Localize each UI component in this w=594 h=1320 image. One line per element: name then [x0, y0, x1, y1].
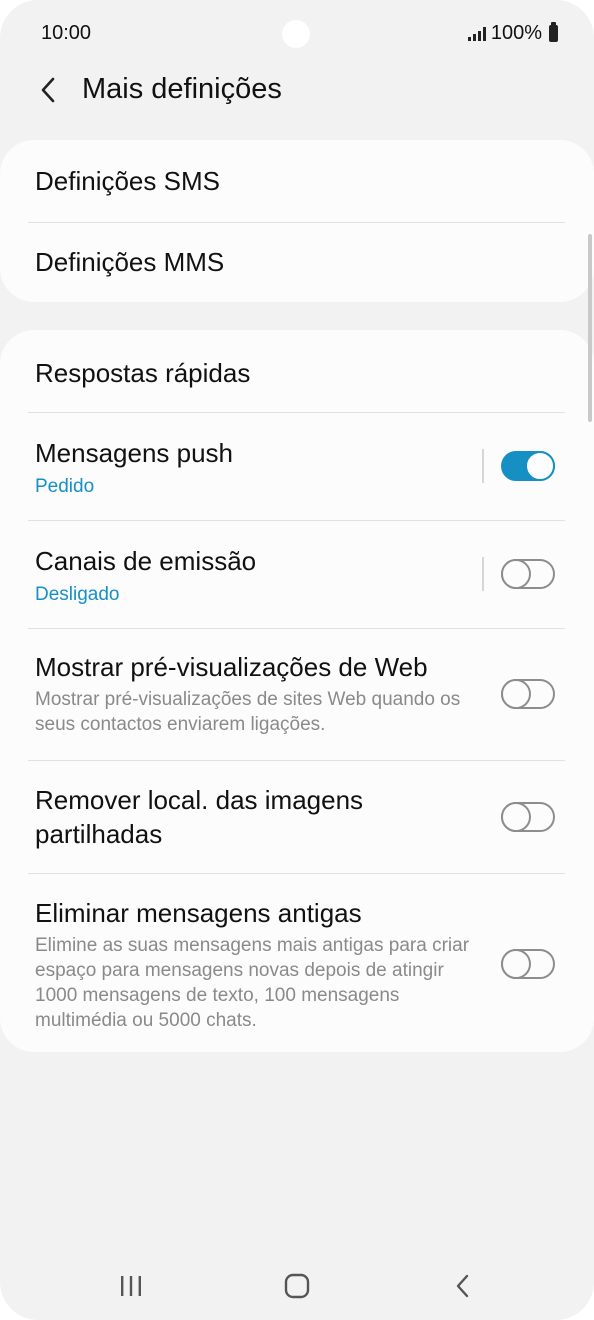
home-icon — [284, 1273, 310, 1299]
item-status: Pedido — [35, 476, 95, 497]
list-item-remove-image-location[interactable]: Remover local. das imagens partilhadas — [0, 761, 594, 873]
app-header: Mais definições — [0, 60, 594, 122]
recent-apps-icon — [121, 1276, 141, 1296]
phone-screen: 10:00 100% Mais definições Definições SM… — [0, 0, 594, 1320]
home-button[interactable] — [275, 1266, 319, 1306]
broadcast-channels-toggle[interactable] — [501, 559, 555, 589]
battery-icon — [549, 22, 558, 42]
toggle-knob — [501, 802, 531, 832]
toggle-knob — [525, 451, 555, 481]
toggle-knob — [501, 559, 531, 589]
status-bar: 10:00 100% — [0, 0, 594, 68]
item-title: Mostrar pré-visualizações de Web — [35, 652, 428, 682]
list-item-push-messages[interactable]: Mensagens push Pedido — [0, 413, 594, 520]
list-item-quick-responses[interactable]: Respostas rápidas — [0, 330, 594, 412]
item-status: Desligado — [35, 584, 120, 605]
front-camera-cutout — [282, 20, 310, 48]
back-icon — [456, 1274, 469, 1298]
list-item-mms-settings[interactable]: Definições MMS — [0, 223, 594, 302]
web-previews-toggle[interactable] — [501, 679, 555, 709]
vertical-separator — [482, 557, 484, 591]
toggle-knob — [501, 949, 531, 979]
item-title: Mensagens push — [35, 438, 234, 468]
navigation-bar — [0, 1250, 594, 1320]
list-item-web-previews[interactable]: Mostrar pré-visualizações de Web Mostrar… — [0, 629, 594, 760]
battery-percentage: 100% — [490, 22, 542, 44]
settings-card-other: Respostas rápidas Mensagens push Pedido … — [0, 330, 594, 1052]
signal-icon — [467, 26, 486, 41]
item-title: Remover local. das imagens partilhadas — [35, 785, 364, 849]
list-item-broadcast-channels[interactable]: Canais de emissão Desligado — [0, 521, 594, 628]
scrollbar[interactable] — [588, 234, 592, 422]
back-nav-button[interactable] — [441, 1266, 485, 1306]
chevron-left-icon — [41, 77, 55, 103]
item-title: Canais de emissão — [35, 546, 257, 576]
back-button[interactable] — [28, 70, 68, 110]
item-description: Mostrar pré-visualizações de sites Web q… — [35, 689, 461, 735]
toggle-knob — [501, 679, 531, 709]
delete-old-messages-toggle[interactable] — [501, 949, 555, 979]
status-icons: 100% — [467, 22, 558, 45]
item-title: Eliminar mensagens antigas — [35, 898, 362, 928]
item-title: Definições SMS — [35, 166, 220, 196]
item-title: Definições MMS — [35, 247, 225, 277]
list-item-sms-settings[interactable]: Definições SMS — [0, 140, 594, 222]
vertical-separator — [482, 449, 484, 483]
list-item-delete-old-messages[interactable]: Eliminar mensagens antigas Elimine as su… — [0, 874, 594, 1052]
item-description: Elimine as suas mensagens mais antigas p… — [35, 935, 470, 1031]
item-title: Respostas rápidas — [35, 358, 251, 388]
recent-apps-button[interactable] — [109, 1266, 153, 1306]
push-messages-toggle[interactable] — [501, 451, 555, 481]
remove-image-location-toggle[interactable] — [501, 802, 555, 832]
status-time: 10:00 — [41, 22, 92, 44]
page-title: Mais definições — [82, 73, 282, 105]
settings-card-messages: Definições SMS Definições MMS — [0, 140, 594, 302]
